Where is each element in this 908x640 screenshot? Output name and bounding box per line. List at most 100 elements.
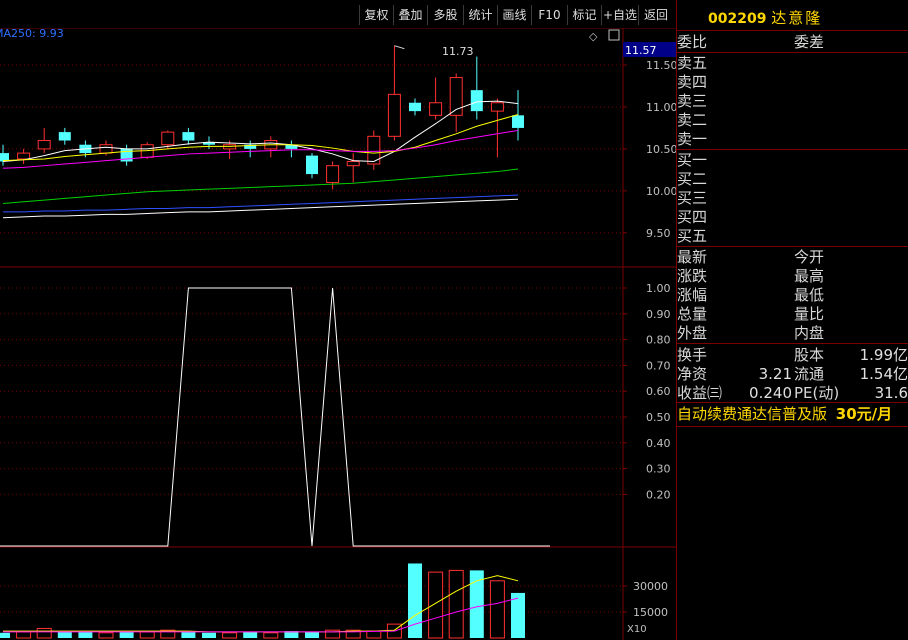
- volume-bar: [489, 580, 505, 639]
- maximize-icon[interactable]: [608, 29, 620, 41]
- candle-body: [326, 165, 340, 183]
- volume-bar: [305, 631, 319, 638]
- back-button[interactable]: 返回: [638, 5, 673, 25]
- add-watchlist-button[interactable]: +自选: [601, 5, 638, 25]
- candle-body: [346, 160, 360, 167]
- ma250-label: MA250: 9.93: [0, 27, 64, 40]
- open-label: 今开: [794, 248, 825, 266]
- change-pct-label: 涨幅: [677, 286, 708, 304]
- total-volume-label: 总量: [677, 305, 708, 323]
- indicator-tick-label: 0.20: [646, 488, 671, 501]
- fuquan-button[interactable]: 复权: [359, 5, 393, 25]
- sell-1-label: 卖一: [677, 130, 708, 148]
- float-value: 1.54亿: [859, 365, 908, 383]
- volume-bar: [366, 630, 382, 639]
- volume-unit-label: X10: [627, 624, 647, 635]
- buy-2-label: 买二: [677, 170, 708, 188]
- volume-bar: [36, 627, 52, 639]
- promo-price[interactable]: 30元/月: [836, 405, 892, 423]
- indicator-tick-label: 0.70: [646, 359, 671, 372]
- peak-price-label: 11.73: [442, 45, 474, 58]
- volume-bar: [139, 631, 155, 639]
- volume-tick-label: 15000: [633, 606, 668, 619]
- candle-body: [58, 132, 71, 141]
- volume-bar: [181, 631, 196, 638]
- candle-body: [429, 102, 443, 116]
- current-price-label: 11.57: [625, 44, 657, 57]
- indicator-tick-label: 0.60: [646, 385, 671, 398]
- diamond-icon[interactable]: ◇: [589, 30, 598, 43]
- f10-button[interactable]: F10: [531, 5, 567, 25]
- statistics-button[interactable]: 统计: [463, 5, 497, 25]
- candle-body: [161, 131, 175, 146]
- price-tick-label: 9.50: [646, 227, 671, 240]
- indicator-tick-label: 0.80: [646, 334, 671, 347]
- mark-button[interactable]: 标记: [567, 5, 601, 25]
- buy-1-label: 买一: [677, 151, 708, 169]
- indicator-tick-label: 0.90: [646, 308, 671, 321]
- stock-code: 002209: [708, 11, 767, 27]
- wei-bi-label: 委比: [677, 33, 708, 51]
- candle-body: [409, 102, 421, 112]
- candle-body: [470, 90, 483, 112]
- sell-3-label: 卖三: [677, 92, 708, 110]
- quote-panel: 002209 达意隆 委比 委差 卖五 卖四 卖三 卖二 卖一 买一 买二 买三…: [676, 0, 908, 640]
- candle-body: [182, 132, 195, 141]
- turnover-label: 换手: [677, 346, 708, 364]
- net-assets-label: 净资: [677, 365, 708, 383]
- draw-line-button[interactable]: 画线: [497, 5, 531, 25]
- chart-area[interactable]: 11.50 11.00 10.50 10.00 9.50 1.00 0.90 0.80 0.70…: [0, 0, 676, 640]
- buy-4-label: 买四: [677, 208, 708, 226]
- peak-marker: [394, 45, 405, 50]
- volume-bar: [202, 632, 216, 638]
- net-assets-value: 3.21: [758, 365, 792, 383]
- buy-5-label: 买五: [677, 227, 708, 245]
- pe-label: PE(动): [794, 384, 840, 402]
- sell-5-label: 卖五: [677, 54, 708, 72]
- latest-label: 最新: [677, 248, 708, 266]
- eps-value: 0.240: [749, 384, 792, 402]
- stock-name: 达意隆: [771, 9, 823, 27]
- promo-banner[interactable]: 自动续费通达信普及版 30元/月: [677, 405, 892, 423]
- candle-body: [306, 155, 318, 175]
- volume-bar: [16, 631, 32, 639]
- sell-2-label: 卖二: [677, 111, 708, 129]
- inner-disk-label: 内盘: [794, 324, 825, 342]
- volume-bar: [428, 571, 444, 639]
- pe-value: 31.6: [874, 384, 908, 402]
- candle-body: [17, 152, 31, 160]
- volume-bar: [408, 563, 422, 638]
- stock-header: 002209 达意隆: [708, 9, 822, 28]
- outer-disk-label: 外盘: [677, 324, 708, 342]
- volume-bar: [222, 632, 238, 639]
- change-label: 涨跌: [677, 267, 708, 285]
- volume-bar: [78, 631, 93, 638]
- chart-toolbar: 复权 叠加 多股 统计 画线 F10 标记 +自选 返回: [0, 0, 676, 28]
- candle-body: [37, 140, 51, 150]
- share-capital-value: 1.99亿: [859, 346, 908, 364]
- price-tick-label: 11.50: [646, 59, 676, 72]
- candle-body: [512, 115, 524, 128]
- volume-bar: [243, 631, 258, 638]
- volume-bar: [0, 632, 10, 638]
- volume-bar: [448, 569, 464, 639]
- candle-body: [387, 93, 401, 137]
- overlay-button[interactable]: 叠加: [393, 5, 427, 25]
- share-capital-label: 股本: [794, 346, 825, 364]
- sell-4-label: 卖四: [677, 73, 708, 91]
- price-tick-label: 10.50: [646, 143, 676, 156]
- ma-line-ma10: [2, 114, 519, 162]
- eps-label: 收益㈢: [677, 384, 723, 402]
- buy-3-label: 买三: [677, 189, 708, 207]
- float-label: 流通: [794, 365, 825, 383]
- high-label: 最高: [794, 267, 825, 285]
- indicator-tick-label: 0.40: [646, 437, 671, 450]
- volume-tick-label: 30000: [633, 580, 668, 593]
- indicator-line: [0, 287, 550, 547]
- indicator-tick-label: 0.30: [646, 463, 671, 476]
- indicator-tick-label: 0.50: [646, 411, 671, 424]
- promo-text[interactable]: 自动续费通达信普及版: [677, 405, 827, 423]
- multi-stock-button[interactable]: 多股: [427, 5, 463, 25]
- ma-line-ma250: [2, 198, 519, 219]
- indicator-tick-label: 1.00: [646, 282, 671, 295]
